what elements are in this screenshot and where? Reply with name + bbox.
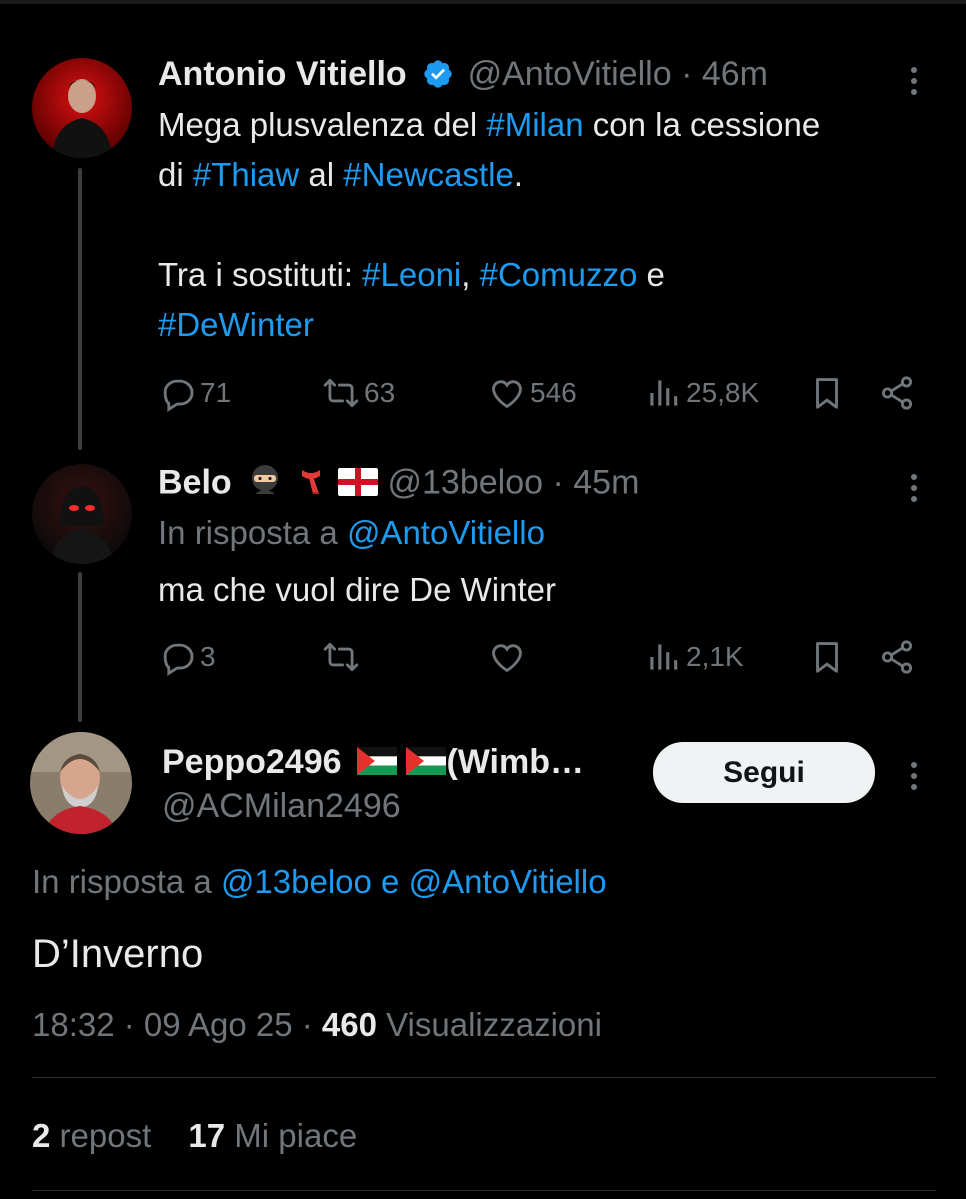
hashtag-newcastle[interactable]: #Newcastle [343,156,514,193]
thread-line [78,168,82,450]
tweet3-text: D’Inverno [32,932,204,976]
bookmark-icon [816,378,838,409]
separator: · [114,1006,144,1043]
text-segment: . [513,156,524,193]
separator: · [552,463,564,502]
hashtag-comuzzo[interactable]: #Comuzzo [480,256,638,293]
views-count: 25,8K [686,377,760,408]
author-handle[interactable]: @ACMilan2496 [162,786,401,826]
repost-icon [323,378,359,408]
text-segment: Tra i sostituti: [158,256,363,293]
text-segment: con la cessione [583,106,821,143]
bookmark-icon [816,642,838,673]
avatar-peppo[interactable] [30,732,132,834]
tweet3-header: Peppo2496 (Wimb… [162,742,584,784]
repost-button[interactable]: 63 [322,374,395,412]
hashtag-milan[interactable]: #Milan [486,106,583,143]
repost-button[interactable] [322,638,360,676]
author-handle[interactable]: @AntoVitiello [468,55,672,93]
reply-button[interactable]: 3 [158,638,216,676]
divider [32,1077,936,1078]
verified-badge-icon [422,58,454,99]
hashtag-dewinter[interactable]: #DeWinter [158,306,314,343]
reply-count: 3 [200,641,216,672]
views-icon [650,644,678,670]
thread-line [78,572,82,722]
follow-button[interactable]: Segui [653,742,875,803]
author-name[interactable]: Peppo2496 [162,743,342,781]
reposts-stat[interactable]: 2 repost [32,1117,151,1154]
author-name[interactable]: Belo [158,463,232,501]
reposts-label: repost [50,1117,152,1154]
like-button[interactable]: 546 [488,374,577,412]
views-icon [650,380,678,406]
timestamp[interactable]: 45m [573,463,639,501]
share-button[interactable] [878,374,916,412]
reply-to-handles[interactable]: @13beloo e @AntoVitiello [221,863,607,900]
views-button[interactable]: 25,8K [644,374,759,412]
text-segment: al [299,156,344,193]
tweet-date[interactable]: 09 Ago 25 [144,1006,293,1043]
like-count: 546 [530,377,577,408]
repost-count: 63 [364,377,396,408]
views-button[interactable]: 2,1K [644,638,744,676]
divider [32,1190,936,1191]
separator: · [681,55,693,93]
tweet1-text: Mega plusvalenza del #Milan con la cessi… [158,100,948,350]
reply-to-label: In risposta a [32,863,221,900]
tweet-metadata: 18:32 · 09 Ago 25 · 460 Visualizzazioni [32,1000,602,1050]
more-options-icon[interactable] [911,757,917,795]
reply-to-handle[interactable]: @AntoVitiello [347,514,545,551]
avatar-belo[interactable] [32,464,132,564]
avatar-antonio[interactable] [32,58,132,158]
reply-to-label: In risposta a [158,514,347,551]
england-flag-icon [338,465,379,505]
reposts-count: 2 [32,1117,51,1154]
like-button[interactable] [488,638,526,676]
hashtag-leoni[interactable]: #Leoni [362,256,461,293]
views-count: 460 [321,1006,377,1043]
likes-count: 17 [188,1117,226,1154]
heart-icon [492,380,522,409]
palestine-flag-icon [406,744,447,784]
reply-icon [163,643,194,676]
reply-icon [163,379,194,412]
scarf-icon [293,462,329,507]
heart-icon [492,644,522,673]
palestine-flag-icon [356,744,397,784]
views-label: Visualizzazioni [376,1006,602,1043]
tweet-time[interactable]: 18:32 [32,1006,115,1043]
text-segment: , [461,256,480,293]
more-options-icon[interactable] [911,469,917,507]
author-name-suffix[interactable]: (Wimb… [446,743,584,781]
text-segment: Mega plusvalenza del [158,106,487,143]
reply-context: In risposta a @13beloo e @AntoVitiello [32,857,607,907]
engagement-stats: 2 repost 17 Mi piace [32,1111,357,1161]
likes-stat[interactable]: 17 Mi piace [188,1117,357,1154]
reply-context: In risposta a @AntoVitiello [158,508,545,558]
likes-label: Mi piace [225,1117,358,1154]
reply-count: 71 [200,377,232,408]
share-button[interactable] [878,638,916,676]
hashtag-thiaw[interactable]: #Thiaw [193,156,299,193]
author-name[interactable]: Antonio Vitiello [158,55,407,93]
tweet2-header: Belo @13beloo · 45m [158,462,639,507]
reply-button[interactable]: 71 [158,374,231,412]
top-divider [0,0,966,4]
tweet1-header: Antonio Vitiello @AntoVitiello · 46m [158,54,768,99]
share-icon [881,640,913,674]
share-icon [881,376,913,410]
tweet2-text: ma che vuol dire De Winter [158,571,556,608]
bookmark-button[interactable] [808,374,846,412]
timestamp[interactable]: 46m [702,55,768,93]
ninja-icon [247,462,283,507]
author-handle[interactable]: @13beloo [388,463,544,501]
more-options-icon[interactable] [911,62,917,100]
views-count: 2,1K [686,641,744,672]
text-segment: e [637,256,665,293]
repost-icon [323,642,359,672]
separator: · [292,1006,322,1043]
bookmark-button[interactable] [808,638,846,676]
text-segment: di [158,156,193,193]
